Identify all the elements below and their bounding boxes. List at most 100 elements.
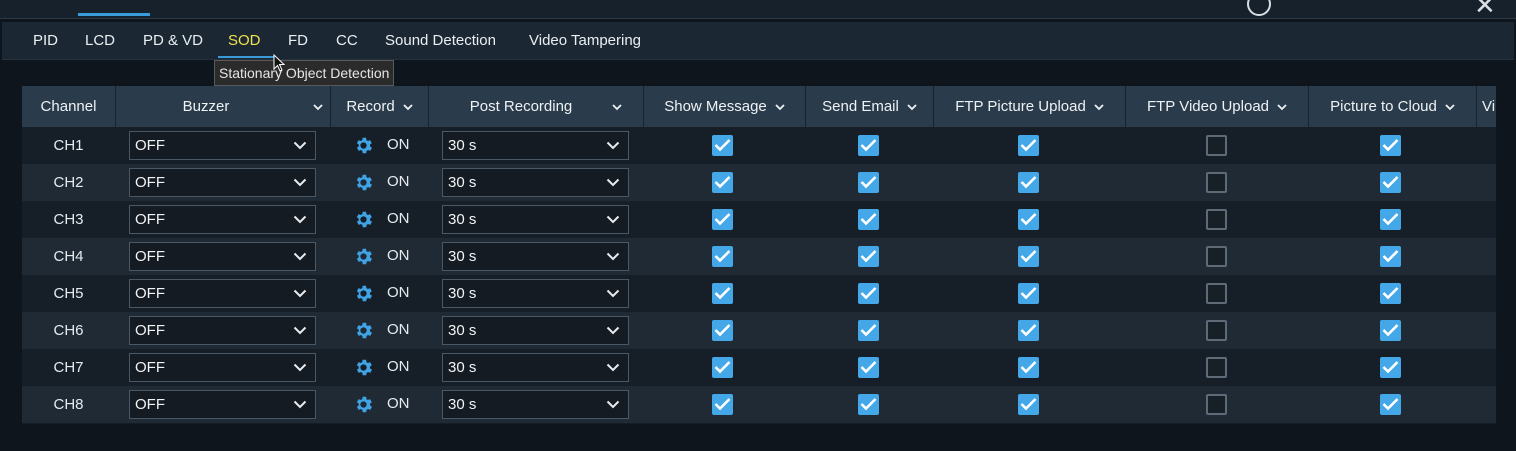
picture-to-cloud-checkbox[interactable] <box>1380 209 1401 230</box>
gear-icon[interactable] <box>353 135 374 156</box>
picture-to-cloud-checkbox[interactable] <box>1380 172 1401 193</box>
tab-pid[interactable]: PID <box>33 32 58 49</box>
tab-pd-vd[interactable]: PD & VD <box>143 32 203 49</box>
channel-label: CH2 <box>53 174 84 191</box>
tab-cc[interactable]: CC <box>336 32 358 49</box>
check-icon <box>714 176 731 189</box>
tab-video-tampering[interactable]: Video Tampering <box>529 32 641 49</box>
ftp-picture-upload-checkbox[interactable] <box>1018 320 1039 341</box>
chevron-down-icon <box>293 252 307 261</box>
buzzer-select[interactable]: OFF <box>129 390 316 419</box>
show-message-checkbox[interactable] <box>712 209 733 230</box>
ftp-picture-upload-checkbox[interactable] <box>1018 246 1039 267</box>
column-header-show-message[interactable]: Show Message <box>644 86 806 127</box>
ftp-video-upload-checkbox[interactable] <box>1206 394 1227 415</box>
picture-to-cloud-checkbox[interactable] <box>1380 357 1401 378</box>
ftp-picture-upload-checkbox[interactable] <box>1018 135 1039 156</box>
send-email-checkbox[interactable] <box>858 209 879 230</box>
show-message-checkbox[interactable] <box>712 320 733 341</box>
channel-label: CH7 <box>53 359 84 376</box>
picture-to-cloud-checkbox[interactable] <box>1380 394 1401 415</box>
column-header-post-recording[interactable]: Post Recording <box>429 86 644 127</box>
gear-icon[interactable] <box>353 283 374 304</box>
gear-icon[interactable] <box>353 320 374 341</box>
column-header-record[interactable]: Record <box>331 86 429 127</box>
send-email-checkbox[interactable] <box>858 246 879 267</box>
table-row: CH2 OFF ON 30 s <box>22 164 1496 201</box>
post-recording-select[interactable]: 30 s <box>442 279 629 308</box>
buzzer-select[interactable]: OFF <box>129 131 316 160</box>
gear-icon[interactable] <box>353 209 374 230</box>
show-message-checkbox[interactable] <box>712 357 733 378</box>
buzzer-select[interactable]: OFF <box>129 168 316 197</box>
ftp-video-upload-checkbox[interactable] <box>1206 357 1227 378</box>
post-recording-select[interactable]: 30 s <box>442 131 629 160</box>
chevron-down-icon <box>606 326 620 335</box>
buzzer-select[interactable]: OFF <box>129 316 316 345</box>
post-recording-select[interactable]: 30 s <box>442 353 629 382</box>
buzzer-select[interactable]: OFF <box>129 279 316 308</box>
show-message-checkbox[interactable] <box>712 172 733 193</box>
column-header-picture-to-cloud[interactable]: Picture to Cloud <box>1309 86 1477 127</box>
buzzer-select[interactable]: OFF <box>129 242 316 271</box>
tab-fd[interactable]: FD <box>288 32 308 49</box>
column-header-ftp-video-upload[interactable]: FTP Video Upload <box>1126 86 1309 127</box>
tab-lcd[interactable]: LCD <box>85 32 115 49</box>
send-email-checkbox[interactable] <box>858 394 879 415</box>
post-recording-value: 30 s <box>448 248 477 265</box>
record-status: ON <box>387 321 410 338</box>
column-header-ftp-picture-upload[interactable]: FTP Picture Upload <box>934 86 1126 127</box>
check-icon <box>860 398 877 411</box>
send-email-checkbox[interactable] <box>858 135 879 156</box>
ftp-picture-upload-checkbox[interactable] <box>1018 283 1039 304</box>
gear-icon[interactable] <box>353 246 374 267</box>
send-email-checkbox[interactable] <box>858 283 879 304</box>
send-email-checkbox[interactable] <box>858 357 879 378</box>
buzzer-select[interactable]: OFF <box>129 205 316 234</box>
post-recording-select[interactable]: 30 s <box>442 316 629 345</box>
buzzer-value: OFF <box>135 359 165 376</box>
record-status: ON <box>387 136 410 153</box>
ftp-video-upload-checkbox[interactable] <box>1206 320 1227 341</box>
show-message-checkbox[interactable] <box>712 283 733 304</box>
ftp-video-upload-checkbox[interactable] <box>1206 283 1227 304</box>
ftp-picture-upload-checkbox[interactable] <box>1018 357 1039 378</box>
post-recording-select[interactable]: 30 s <box>442 242 629 271</box>
column-header-buzzer[interactable]: Buzzer <box>116 86 331 127</box>
help-icon[interactable] <box>1247 0 1271 16</box>
post-recording-select[interactable]: 30 s <box>442 168 629 197</box>
column-header-send-email[interactable]: Send Email <box>806 86 934 127</box>
ftp-video-upload-checkbox[interactable] <box>1206 209 1227 230</box>
picture-to-cloud-checkbox[interactable] <box>1380 283 1401 304</box>
post-recording-select[interactable]: 30 s <box>442 390 629 419</box>
check-icon <box>714 139 731 152</box>
show-message-checkbox[interactable] <box>712 135 733 156</box>
buzzer-select[interactable]: OFF <box>129 353 316 382</box>
picture-to-cloud-checkbox[interactable] <box>1380 135 1401 156</box>
table-header: Channel Buzzer Record Post Recording Sho… <box>22 86 1496 127</box>
tab-sod[interactable]: SOD <box>228 32 261 49</box>
chevron-down-icon <box>293 400 307 409</box>
ftp-picture-upload-checkbox[interactable] <box>1018 209 1039 230</box>
gear-icon[interactable] <box>353 357 374 378</box>
show-message-checkbox[interactable] <box>712 246 733 267</box>
ftp-video-upload-checkbox[interactable] <box>1206 172 1227 193</box>
gear-icon[interactable] <box>353 394 374 415</box>
table-row: CH3 OFF ON 30 s <box>22 201 1496 238</box>
ftp-picture-upload-checkbox[interactable] <box>1018 394 1039 415</box>
send-email-checkbox[interactable] <box>858 172 879 193</box>
picture-to-cloud-checkbox[interactable] <box>1380 246 1401 267</box>
ftp-video-upload-checkbox[interactable] <box>1206 246 1227 267</box>
gear-icon[interactable] <box>353 172 374 193</box>
tab-sound-detection[interactable]: Sound Detection <box>385 32 496 49</box>
ftp-video-upload-checkbox[interactable] <box>1206 135 1227 156</box>
window-top-bar: ✕ <box>0 0 1516 19</box>
close-icon[interactable]: ✕ <box>1474 0 1496 18</box>
show-message-checkbox[interactable] <box>712 394 733 415</box>
picture-to-cloud-checkbox[interactable] <box>1380 320 1401 341</box>
chevron-down-icon <box>606 141 620 150</box>
record-status: ON <box>387 210 410 227</box>
send-email-checkbox[interactable] <box>858 320 879 341</box>
post-recording-select[interactable]: 30 s <box>442 205 629 234</box>
ftp-picture-upload-checkbox[interactable] <box>1018 172 1039 193</box>
